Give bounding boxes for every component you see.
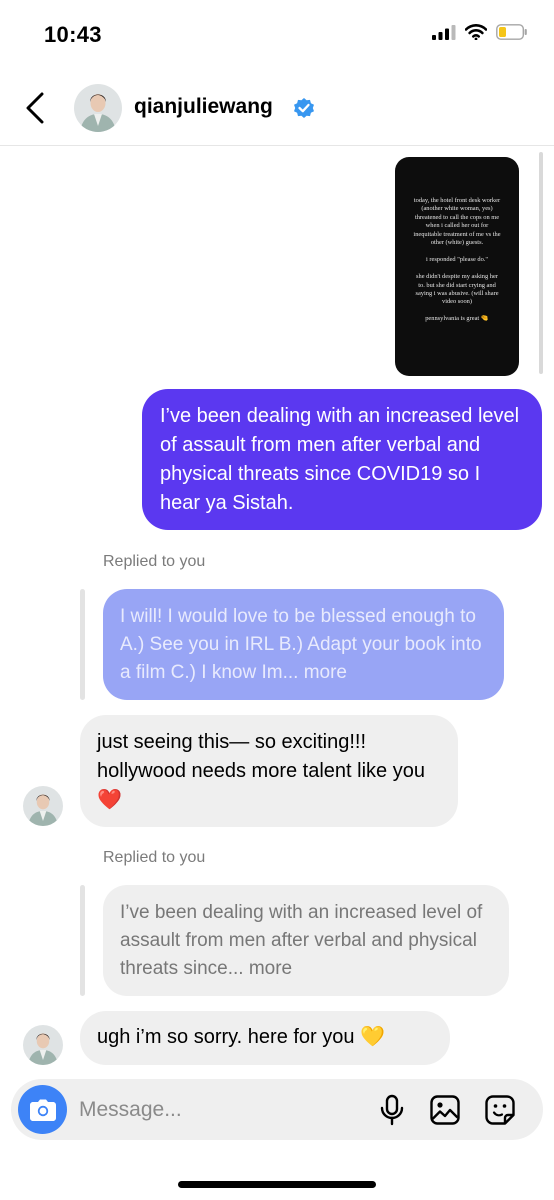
replied-to-you-label: Replied to you xyxy=(103,553,206,570)
quoted-message-bubble[interactable]: I will! I would love to be blessed enoug… xyxy=(103,589,504,700)
replied-to-you-label: Replied to you xyxy=(103,849,206,866)
battery-low-icon xyxy=(496,24,528,45)
verified-badge-icon xyxy=(292,96,316,125)
shared-story-card[interactable]: today, the hotel front desk worker (anot… xyxy=(395,157,519,376)
sticker-icon xyxy=(485,1095,515,1125)
back-button[interactable] xyxy=(20,88,50,128)
sent-message-bubble[interactable]: I’ve been dealing with an increased leve… xyxy=(142,389,542,530)
sender-avatar[interactable] xyxy=(23,786,63,826)
home-indicator xyxy=(178,1181,376,1188)
gallery-icon xyxy=(430,1095,460,1125)
reply-indicator-bar xyxy=(80,589,85,700)
sender-avatar[interactable] xyxy=(23,1025,63,1065)
status-icons xyxy=(432,24,528,45)
quoted-message-bubble[interactable]: I’ve been dealing with an increased leve… xyxy=(103,885,509,996)
message-composer xyxy=(11,1079,543,1140)
received-message-bubble[interactable]: ugh i’m so sorry. here for you 💛 xyxy=(80,1011,450,1065)
sticker-button[interactable] xyxy=(484,1094,516,1126)
status-bar: 10:43 xyxy=(0,0,554,70)
received-message-bubble[interactable]: just seeing this— so exciting!!! hollywo… xyxy=(80,715,458,827)
gallery-button[interactable] xyxy=(429,1094,461,1126)
story-text: today, the hotel front desk worker (anot… xyxy=(413,197,501,323)
scroll-indicator xyxy=(539,152,543,374)
status-time: 10:43 xyxy=(44,22,102,47)
profile-avatar[interactable] xyxy=(74,84,122,132)
microphone-icon xyxy=(380,1094,404,1126)
wifi-icon xyxy=(464,24,488,45)
message-input[interactable] xyxy=(79,1092,359,1128)
chevron-left-icon xyxy=(26,92,44,124)
chat-header: qianjuliewang xyxy=(0,70,554,146)
camera-icon xyxy=(29,1099,56,1121)
camera-button[interactable] xyxy=(18,1085,67,1134)
signal-icon xyxy=(432,24,456,45)
microphone-button[interactable] xyxy=(376,1094,408,1126)
header-username[interactable]: qianjuliewang xyxy=(134,95,273,119)
reply-indicator-bar xyxy=(80,885,85,996)
